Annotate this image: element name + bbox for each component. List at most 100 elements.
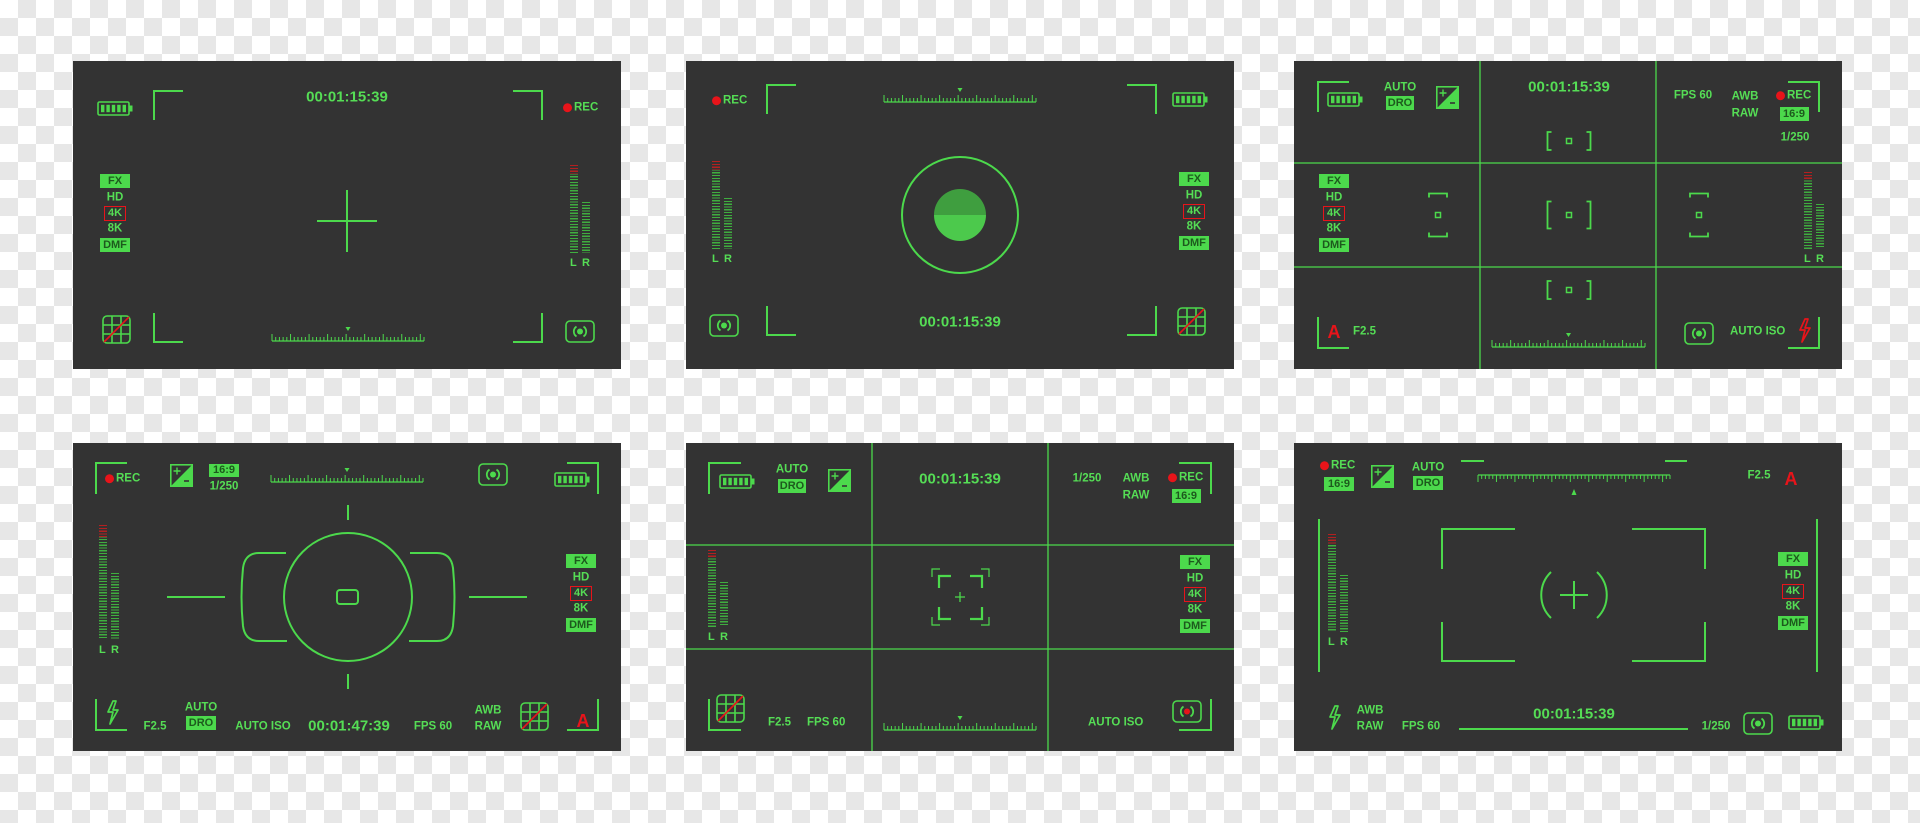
rec-label: REC (1179, 471, 1204, 484)
zoom-ruler[interactable] (883, 87, 1037, 103)
focus-parentheses (1540, 571, 1608, 619)
flash-icon[interactable] (1798, 318, 1811, 343)
audio-level-meter: LR (570, 165, 592, 271)
4k-option-selected[interactable]: 4K (1183, 204, 1205, 219)
focus-point-bracket (1546, 131, 1592, 151)
rec-dot-icon (1168, 473, 1177, 483)
hd-option: HD (1186, 572, 1204, 585)
focus-point-center (1565, 286, 1573, 294)
shutter-speed-label: 1/250 (209, 480, 239, 493)
auto-dro-label: AUTO (184, 701, 218, 714)
frame-corner-tl (153, 90, 183, 120)
viewfinder-panel-5: AUTO DRO 00:01:15:39 1/250 AWB RAW REC 16:9 L R FX… (686, 443, 1234, 751)
rec-indicator: REC (105, 473, 140, 485)
focus-point-bracket (1428, 192, 1448, 238)
flash-icon[interactable] (1328, 705, 1341, 730)
fx-badge: FX (1180, 555, 1210, 569)
audio-level-meter: LR (99, 525, 121, 658)
reticle-bracket-left (240, 552, 287, 642)
grid-off-icon[interactable] (1177, 307, 1206, 336)
awb-label: AWB (1731, 90, 1759, 103)
ruler-pointer (1571, 489, 1577, 495)
frame-corner-bl (766, 306, 796, 336)
fx-badge: FX (100, 174, 130, 188)
audio-bar-right (111, 573, 119, 640)
rec-label: REC (574, 101, 599, 114)
8k-option: 8K (573, 602, 589, 615)
shooting-mode-label: A (1784, 469, 1798, 489)
zoom-ruler[interactable] (1491, 332, 1646, 348)
rec-label: REC (1331, 459, 1356, 472)
raw-label: RAW (1122, 489, 1150, 502)
dro-badge: DRO (778, 479, 806, 493)
8k-option: 8K (107, 222, 123, 235)
camera-switch-icon[interactable] (1172, 700, 1202, 723)
iso-label: AUTO ISO (1730, 325, 1786, 338)
4k-option-selected[interactable]: 4K (1782, 584, 1804, 599)
4k-option-selected[interactable]: 4K (1323, 206, 1345, 221)
battery-icon (719, 474, 756, 489)
frame-corner-br (1127, 306, 1157, 336)
dmf-badge: DMF (566, 618, 596, 632)
ruler-pointer (1566, 333, 1571, 337)
camera-switch-icon[interactable] (1743, 712, 1773, 735)
viewfinder-panel-3: AUTO DRO 00:01:15:39 FPS 60 AWB RAW REC 16:9 1/2… (1294, 61, 1842, 369)
reticle-center-box (336, 589, 359, 605)
aperture-label: F2.5 (1353, 325, 1377, 338)
awb-label: AWB (1122, 472, 1150, 485)
auto-dro-label: AUTO (1383, 81, 1417, 94)
camera-switch-icon[interactable] (565, 320, 595, 343)
zoom-ruler[interactable] (270, 467, 424, 483)
aspect-ratio-badge: 16:9 (209, 463, 239, 477)
rec-indicator: REC (1168, 472, 1203, 484)
camera-switch-icon[interactable] (1684, 322, 1714, 345)
grid-off-icon[interactable] (520, 702, 549, 731)
viewfinder-overlay (686, 443, 1234, 751)
audio-level-meter: LR (1804, 172, 1826, 267)
fx-badge: FX (1179, 172, 1209, 186)
flash-icon[interactable] (106, 700, 119, 725)
grid-off-icon[interactable] (102, 315, 131, 344)
audio-peak-red (708, 550, 716, 558)
zoom-ruler[interactable] (1477, 474, 1671, 496)
audio-bar-right (582, 202, 590, 253)
ruler-pointer (345, 327, 351, 331)
audio-peak-red (99, 525, 107, 537)
focus-ring (283, 532, 413, 662)
focus-center-cross (1560, 581, 1588, 609)
audio-peak-red (1804, 172, 1812, 180)
meter-label-right: R (1816, 253, 1824, 265)
hd-option: HD (1784, 569, 1802, 582)
fps-label: FPS 60 (1673, 89, 1713, 102)
focus-point-bracket (1689, 192, 1709, 238)
rec-indicator: REC (1776, 90, 1811, 102)
rec-dot-icon (1320, 461, 1329, 471)
aspect-ratio-badge: 16:9 (1779, 107, 1809, 121)
camera-switch-icon[interactable] (478, 463, 508, 486)
exposure-compensation-icon (828, 469, 851, 492)
focus-ring (901, 156, 1019, 274)
timecode: 00:01:15:39 (919, 470, 1001, 488)
zoom-ruler[interactable] (271, 326, 425, 342)
audio-bar-right (1816, 204, 1824, 249)
timecode: 00:01:15:39 (1533, 705, 1615, 723)
dmf-badge: DMF (1319, 238, 1349, 252)
shooting-mode-label: A (576, 711, 590, 731)
battery-icon (1172, 92, 1209, 107)
rec-indicator: REC (563, 102, 598, 114)
4k-option-selected[interactable]: 4K (1184, 587, 1206, 602)
auto-dro-label: AUTO (775, 463, 809, 476)
ruler-pointer (957, 88, 963, 92)
camera-switch-icon[interactable] (709, 314, 739, 337)
4k-option-selected[interactable]: 4K (570, 586, 592, 601)
hd-option: HD (106, 191, 124, 204)
dmf-badge: DMF (1778, 616, 1808, 630)
4k-option-selected[interactable]: 4K (104, 206, 126, 221)
dro-badge: DRO (1386, 96, 1414, 110)
grid-off-icon[interactable] (716, 694, 745, 723)
audio-bar-left (1328, 534, 1336, 632)
meter-label-right: R (1340, 636, 1348, 648)
viewfinder-overlay (1294, 61, 1842, 369)
zoom-ruler[interactable] (883, 715, 1037, 731)
frame-corner-tr (513, 90, 543, 120)
